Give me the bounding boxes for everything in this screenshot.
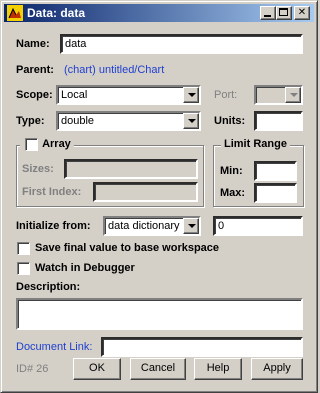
close-icon: ✕ (297, 7, 307, 18)
parent-link[interactable]: (chart) untitled/Chart (64, 64, 164, 76)
title-bar[interactable]: Data: data ✕ (4, 4, 314, 22)
parent-label: Parent: (16, 64, 54, 76)
document-link-input[interactable] (101, 337, 303, 357)
min-label: Min: (220, 165, 243, 177)
watch-debugger-label: Watch in Debugger (35, 262, 135, 274)
units-input[interactable] (254, 111, 303, 131)
initial-value-input[interactable]: 0 (213, 216, 303, 236)
ok-button[interactable]: OK (73, 358, 121, 380)
scope-select[interactable]: Local (56, 85, 201, 105)
units-label: Units: (214, 115, 246, 127)
port-label: Port: (214, 89, 238, 101)
first-index-input (93, 182, 198, 202)
type-select[interactable]: double (56, 111, 201, 131)
array-label: Array (42, 138, 71, 150)
save-final-checkbox[interactable] (17, 242, 30, 255)
type-label: Type: (16, 115, 45, 127)
sizes-label: Sizes: (22, 163, 54, 175)
description-textarea[interactable] (16, 298, 303, 330)
help-button[interactable]: Help (194, 358, 242, 380)
id-text: ID# 26 (16, 363, 49, 375)
type-value: double (61, 115, 95, 127)
chevron-down-icon[interactable] (183, 218, 199, 234)
port-select (254, 85, 303, 105)
first-index-label: First Index: (22, 186, 82, 198)
minimize-button[interactable] (260, 6, 276, 20)
minimize-icon (264, 15, 271, 17)
document-link-label[interactable]: Document Link: (16, 341, 92, 353)
maximize-button[interactable] (276, 6, 292, 20)
scope-label: Scope: (16, 89, 53, 101)
stateflow-app-icon (7, 5, 23, 21)
min-input[interactable] (254, 161, 297, 181)
maximize-icon (279, 8, 288, 16)
initialize-from-select[interactable]: data dictionary (103, 216, 201, 236)
apply-button[interactable]: Apply (251, 358, 303, 380)
watch-debugger-checkbox[interactable] (17, 262, 30, 275)
initialize-from-value: data dictionary (108, 220, 180, 232)
initialize-from-label: Initialize from: (16, 220, 91, 232)
chevron-down-icon[interactable] (183, 113, 199, 129)
name-label: Name: (16, 38, 50, 50)
chevron-down-icon[interactable] (183, 87, 199, 103)
array-group-header: Array (20, 138, 74, 152)
cancel-button[interactable]: Cancel (130, 358, 186, 380)
data-properties-dialog: Data: data ✕ Name: data Parent: (chart) … (0, 0, 318, 393)
close-button[interactable]: ✕ (294, 6, 310, 20)
limit-range-label: Limit Range (221, 138, 290, 150)
name-input[interactable]: data (60, 34, 303, 54)
max-input[interactable] (254, 183, 297, 203)
save-final-label: Save final value to base workspace (35, 242, 220, 254)
sizes-input (64, 159, 198, 179)
max-label: Max: (220, 187, 246, 199)
chevron-down-icon (285, 87, 301, 103)
window-title: Data: data (27, 6, 86, 20)
scope-value: Local (61, 89, 88, 101)
description-label: Description: (16, 281, 81, 293)
array-checkbox[interactable] (25, 138, 38, 151)
